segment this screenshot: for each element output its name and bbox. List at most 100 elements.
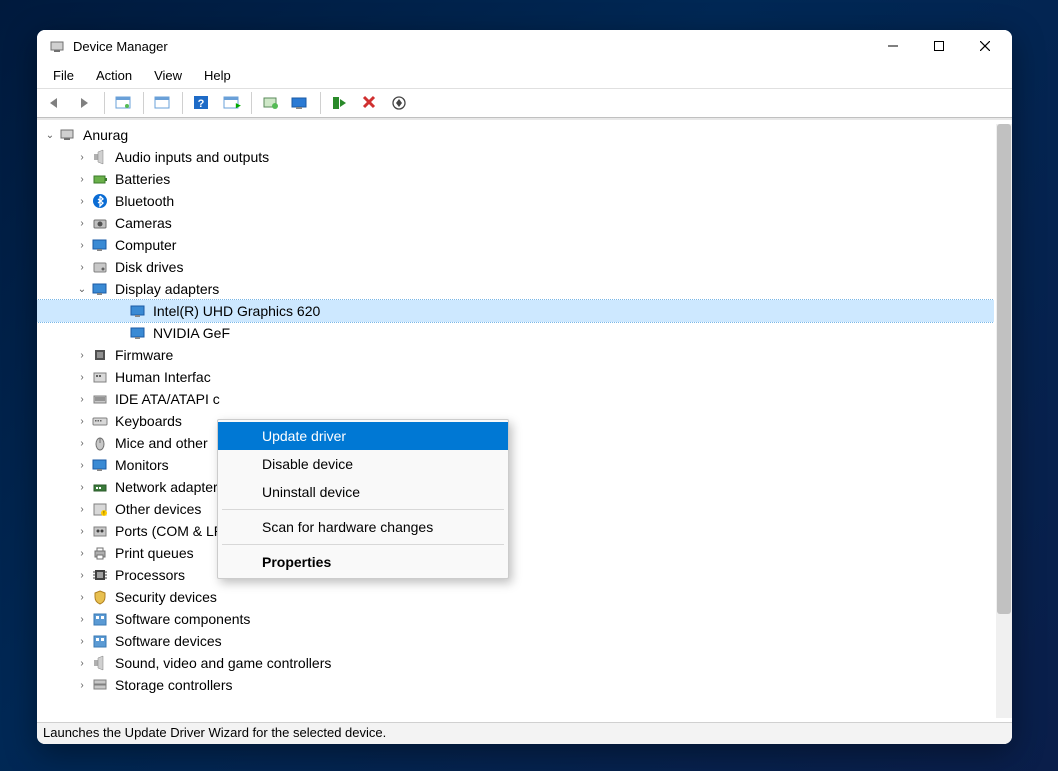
- tree-category[interactable]: ›Audio inputs and outputs: [37, 146, 994, 168]
- tree-category-label: Firmware: [115, 347, 173, 363]
- ctx-uninstall-device[interactable]: Uninstall device: [218, 478, 508, 506]
- tree-category-label: Display adapters: [115, 281, 219, 297]
- scrollbar[interactable]: [996, 124, 1012, 718]
- tree-category[interactable]: › Bluetooth: [37, 190, 994, 212]
- spacer: [113, 304, 127, 318]
- toolbar-properties-button[interactable]: [149, 91, 177, 115]
- context-menu: Update driver Disable device Uninstall d…: [217, 419, 509, 579]
- toolbar: ? ▸: [37, 88, 1012, 118]
- tree-category-label: Batteries: [115, 171, 170, 187]
- printer-icon: [91, 544, 109, 562]
- tree-category[interactable]: › Mice and other: [37, 432, 994, 454]
- tree-category[interactable]: ›Sound, video and game controllers: [37, 652, 994, 674]
- tree-category[interactable]: ›Processors: [37, 564, 994, 586]
- tree-category-label: Security devices: [115, 589, 217, 605]
- tree-category-label: Other devices: [115, 501, 201, 517]
- chevron-right-icon[interactable]: ›: [75, 568, 89, 582]
- chevron-right-icon[interactable]: ›: [75, 260, 89, 274]
- chevron-down-icon[interactable]: ⌄: [43, 128, 57, 142]
- chevron-down-icon[interactable]: ⌄: [75, 282, 89, 296]
- tree-category[interactable]: › Monitors: [37, 454, 994, 476]
- menu-action[interactable]: Action: [86, 65, 142, 86]
- ctx-scan-hardware[interactable]: Scan for hardware changes: [218, 513, 508, 541]
- minimize-button[interactable]: [870, 30, 916, 62]
- tree-category[interactable]: ›Software components: [37, 608, 994, 630]
- toolbar-scan-button[interactable]: [287, 91, 315, 115]
- keyboard-icon: [91, 412, 109, 430]
- toolbar-install-button[interactable]: [326, 91, 354, 115]
- tree-category[interactable]: ›Software devices: [37, 630, 994, 652]
- tree-category-label: Computer: [115, 237, 176, 253]
- tree-category[interactable]: › Security devices: [37, 586, 994, 608]
- tree-device[interactable]: NVIDIA GeF: [37, 322, 994, 344]
- tree-category[interactable]: › Firmware: [37, 344, 994, 366]
- chevron-right-icon[interactable]: ›: [75, 414, 89, 428]
- tree-category[interactable]: ›Storage controllers: [37, 674, 994, 696]
- scrollbar-thumb[interactable]: [997, 124, 1011, 614]
- maximize-button[interactable]: [916, 30, 962, 62]
- ctx-separator: [222, 544, 504, 545]
- chevron-right-icon[interactable]: ›: [75, 150, 89, 164]
- tree-category[interactable]: › Computer: [37, 234, 994, 256]
- tree-category[interactable]: ›IDE ATA/ATAPI c: [37, 388, 994, 410]
- tree-root[interactable]: ⌄ Anurag: [37, 124, 994, 146]
- toolbar-refresh-button[interactable]: [257, 91, 285, 115]
- device-tree[interactable]: ⌄ Anurag ›Audio inputs and outputs›Batte…: [37, 124, 994, 722]
- tree-category[interactable]: ›Ports (COM & LPT): [37, 520, 994, 542]
- chevron-right-icon[interactable]: ›: [75, 370, 89, 384]
- tree-category-label: Keyboards: [115, 413, 182, 429]
- chevron-right-icon[interactable]: ›: [75, 172, 89, 186]
- chevron-right-icon[interactable]: ›: [75, 238, 89, 252]
- toolbar-delete-button[interactable]: [356, 91, 384, 115]
- menu-view[interactable]: View: [144, 65, 192, 86]
- tree-category[interactable]: ›Cameras: [37, 212, 994, 234]
- toolbar-scan-hardware-button[interactable]: [386, 91, 414, 115]
- tree-category[interactable]: ›!Other devices: [37, 498, 994, 520]
- shield-icon: [91, 588, 109, 606]
- toolbar-back-button[interactable]: [41, 91, 69, 115]
- chevron-right-icon[interactable]: ›: [75, 634, 89, 648]
- tree-category[interactable]: ›Network adapters: [37, 476, 994, 498]
- speaker-icon: [91, 654, 109, 672]
- port-icon: [91, 522, 109, 540]
- chevron-right-icon[interactable]: ›: [75, 194, 89, 208]
- chevron-right-icon[interactable]: ›: [75, 656, 89, 670]
- chevron-right-icon[interactable]: ›: [75, 480, 89, 494]
- computer-icon: [59, 126, 77, 144]
- tree-category-label: Bluetooth: [115, 193, 174, 209]
- chevron-right-icon[interactable]: ›: [75, 678, 89, 692]
- tree-category-label: Monitors: [115, 457, 169, 473]
- ctx-update-driver[interactable]: Update driver: [218, 422, 508, 450]
- chevron-right-icon[interactable]: ›: [75, 524, 89, 538]
- ctx-disable-device[interactable]: Disable device: [218, 450, 508, 478]
- chevron-right-icon[interactable]: ›: [75, 436, 89, 450]
- menubar: File Action View Help: [37, 62, 1012, 88]
- tree-category[interactable]: ›Human Interfac: [37, 366, 994, 388]
- chevron-right-icon[interactable]: ›: [75, 502, 89, 516]
- ctx-properties[interactable]: Properties: [218, 548, 508, 576]
- tree-category[interactable]: › Batteries: [37, 168, 994, 190]
- menu-file[interactable]: File: [43, 65, 84, 86]
- svg-text:?: ?: [198, 98, 205, 110]
- tree-category[interactable]: ›Disk drives: [37, 256, 994, 278]
- chevron-right-icon[interactable]: ›: [75, 458, 89, 472]
- tree-device-label: Intel(R) UHD Graphics 620: [153, 303, 320, 319]
- tree-category[interactable]: ⌄ Display adapters: [37, 278, 994, 300]
- close-button[interactable]: [962, 30, 1008, 62]
- chevron-right-icon[interactable]: ›: [75, 546, 89, 560]
- chevron-right-icon[interactable]: ›: [75, 612, 89, 626]
- toolbar-help-button[interactable]: ?: [188, 91, 216, 115]
- toolbar-forward-button[interactable]: [71, 91, 99, 115]
- chevron-right-icon[interactable]: ›: [75, 392, 89, 406]
- tree-category[interactable]: › Keyboards: [37, 410, 994, 432]
- tree-device[interactable]: Intel(R) UHD Graphics 620: [37, 300, 994, 322]
- chevron-right-icon[interactable]: ›: [75, 590, 89, 604]
- tree-category[interactable]: ›Print queues: [37, 542, 994, 564]
- menu-help[interactable]: Help: [194, 65, 241, 86]
- tree-category-label: Mice and other: [115, 435, 208, 451]
- statusbar: Launches the Update Driver Wizard for th…: [37, 722, 1012, 744]
- chevron-right-icon[interactable]: ›: [75, 348, 89, 362]
- chevron-right-icon[interactable]: ›: [75, 216, 89, 230]
- toolbar-update-button[interactable]: ▸: [218, 91, 246, 115]
- toolbar-show-hidden-button[interactable]: [110, 91, 138, 115]
